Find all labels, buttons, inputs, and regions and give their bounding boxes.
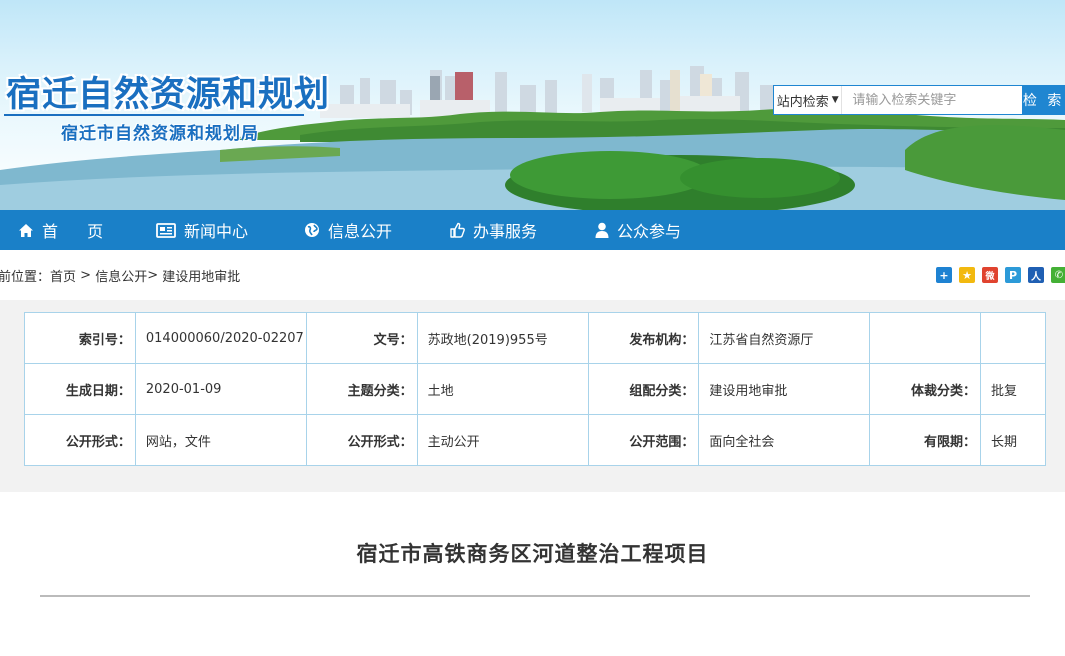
breadcrumb-link-home[interactable]: 首页 [50, 266, 76, 285]
breadcrumb-current[interactable]: 建设用地审批 [162, 266, 240, 285]
table-row: 公开形式： 网站，文件 公开形式： 主动公开 公开范围： 面向全社会 有限期： … [24, 414, 1046, 466]
mode-value: 主动公开 [416, 414, 589, 466]
mode-label: 公开形式： [305, 414, 418, 466]
search-box: 站内检索 ▼ 检 索 [773, 85, 1065, 115]
title-divider [40, 595, 1030, 597]
doc-number-label: 文号： [305, 312, 418, 364]
empty-cell [980, 312, 1046, 364]
search-scope-select[interactable]: 站内检索 ▼ [774, 86, 843, 114]
title-divider [4, 114, 304, 116]
search-scope-label: 站内检索 [776, 94, 829, 110]
topic-label: 主题分类： [305, 363, 418, 415]
table-row: 索引号： 014000060/2020-02207 文号： 苏政地(2019)9… [24, 312, 1046, 364]
form-label: 公开形式： [24, 414, 136, 466]
form-value: 网站，文件 [134, 414, 307, 466]
globe-icon [305, 223, 319, 237]
search-input[interactable] [842, 86, 1023, 114]
breadcrumb-prefix: 前位置： [0, 269, 51, 285]
validity-value: 长期 [980, 414, 1046, 466]
doc-number-value: 苏政地(2019)955号 [416, 312, 589, 364]
index-label: 索引号： [24, 312, 136, 364]
home-icon [19, 223, 33, 237]
caret-down-icon: ▼ [831, 95, 839, 105]
group-label: 组配分类： [587, 363, 700, 415]
qzone-share-icon[interactable]: ★ [959, 267, 975, 283]
info-section: 索引号： 014000060/2020-02207 文号： 苏政地(2019)9… [0, 300, 1065, 492]
scope-label: 公开范围： [587, 414, 700, 466]
nav-item-label: 公众参与 [617, 222, 682, 241]
nav-item-services[interactable]: 办事服务 [449, 210, 595, 250]
header-banner: 宿迁自然资源和规划 宿迁市自然资源和规划局 站内检索 ▼ 检 索 [0, 0, 1065, 210]
genre-label: 体裁分类： [869, 363, 982, 415]
nav-item-label: 首 页 [42, 222, 116, 241]
breadcrumb: 前位置： 首页 > 信息公开 > 建设用地审批 [0, 266, 240, 285]
nav-item-label: 办事服务 [473, 222, 538, 241]
topic-value: 土地 [416, 363, 589, 415]
nav-item-info[interactable]: 信息公开 [304, 210, 449, 250]
thumbs-up-icon [450, 222, 465, 238]
scope-value: 面向全社会 [698, 414, 871, 466]
nav-item-label: 信息公开 [328, 222, 393, 241]
nav-item-label: 新闻中心 [184, 222, 249, 241]
empty-cell [869, 312, 982, 364]
search-button[interactable]: 检 索 [1022, 85, 1065, 115]
user-icon [595, 222, 609, 238]
breadcrumb-separator: > [76, 267, 96, 283]
site-title: 宿迁自然资源和规划 [6, 75, 331, 115]
group-value: 建设用地审批 [698, 363, 871, 415]
index-value: 014000060/2020-02207 [134, 312, 307, 364]
weibo-share-icon[interactable]: 微 [982, 267, 998, 283]
tencent-share-icon[interactable]: P [1005, 267, 1021, 283]
newspaper-icon [156, 222, 176, 238]
renren-share-icon[interactable]: 人 [1028, 267, 1044, 283]
share-buttons: + ★ 微 P 人 ✆ [936, 267, 1065, 283]
table-row: 生成日期： 2020-01-09 主题分类： 土地 组配分类： 建设用地审批 体… [24, 363, 1046, 415]
nav-item-news[interactable]: 新闻中心 [156, 210, 304, 250]
publisher-label: 发布机构： [587, 312, 700, 364]
publisher-value: 江苏省自然资源厅 [698, 312, 871, 364]
validity-label: 有限期： [869, 414, 982, 466]
nav-item-participation[interactable]: 公众参与 [595, 210, 681, 250]
breadcrumb-separator: > [147, 267, 163, 283]
plus-share-icon[interactable]: + [936, 267, 952, 283]
date-value: 2020-01-09 [134, 363, 307, 415]
main-nav: 首 页 新闻中心 信息公开 办事服务 公众参与 [0, 210, 1065, 250]
article: 宿迁市高铁商务区河道整治工程项目 [0, 492, 1065, 597]
nav-item-home[interactable]: 首 页 [18, 210, 156, 250]
breadcrumb-bar: 前位置： 首页 > 信息公开 > 建设用地审批 + ★ 微 P 人 ✆ [0, 250, 1065, 300]
site-subtitle: 宿迁市自然资源和规划局 [61, 124, 259, 144]
genre-value: 批复 [980, 363, 1046, 415]
article-title: 宿迁市高铁商务区河道整治工程项目 [356, 542, 709, 566]
date-label: 生成日期： [24, 363, 136, 415]
breadcrumb-link-info[interactable]: 信息公开 [95, 266, 147, 285]
wechat-share-icon[interactable]: ✆ [1051, 267, 1065, 283]
info-table: 索引号： 014000060/2020-02207 文号： 苏政地(2019)9… [24, 312, 1046, 466]
